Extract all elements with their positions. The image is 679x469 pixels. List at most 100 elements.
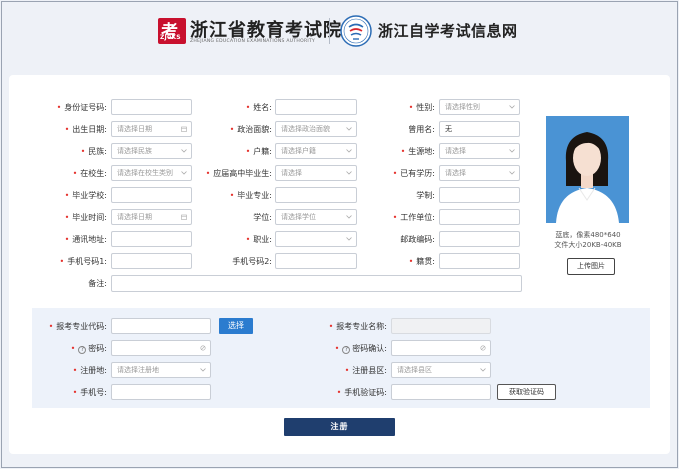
postcode-label: 邮政编码:	[400, 235, 435, 244]
page-frame: 考 ZJ0KS 浙江省教育考试院 ZHEJIANG EDUCATION EXAM…	[1, 1, 678, 468]
occupation-label: • 职业:	[245, 235, 272, 244]
degree-select[interactable]: 请选择学位	[275, 209, 357, 225]
register-button[interactable]: 注册	[284, 418, 395, 436]
id-number-label: • 身份证号码:	[56, 103, 107, 112]
remark-label: 备注:	[88, 279, 107, 288]
work-unit-label: • 工作单位:	[392, 213, 435, 222]
ethnicity-label: • 民族:	[80, 147, 107, 156]
political-label: • 政治面貌:	[229, 125, 272, 134]
phone1-input[interactable]	[111, 253, 192, 269]
exam-authority-logo: 考 ZJ0KS	[158, 18, 186, 44]
former-name-label: 曾用名:	[408, 125, 435, 134]
get-code-button[interactable]: 获取验证码	[497, 384, 556, 400]
upload-photo-button[interactable]: 上传图片	[567, 258, 615, 275]
grad-major-label: • 毕业专业:	[229, 191, 272, 200]
chevron-down-icon	[346, 149, 352, 153]
grad-time-picker[interactable]: 请选择日期	[111, 209, 192, 225]
degree-label: 学位:	[253, 213, 272, 222]
phone1-label: • 手机号码1:	[59, 257, 107, 266]
in-school-select[interactable]: 请选择在校生类别	[111, 165, 192, 181]
chevron-down-icon	[346, 237, 352, 241]
hs-grad-label: • 应届高中毕业生:	[205, 169, 272, 178]
work-unit-input[interactable]	[439, 209, 520, 225]
reg-place-select[interactable]: 请选择注册地	[111, 362, 211, 378]
sms-code-label: • 手机验证码:	[336, 388, 387, 397]
chevron-down-icon	[181, 149, 187, 153]
ethnicity-select[interactable]: 请选择民族	[111, 143, 192, 159]
native-place-label: • 籍贯:	[408, 257, 435, 266]
grad-major-input[interactable]	[275, 187, 357, 203]
gender-label: • 性别:	[408, 103, 435, 112]
select-major-button[interactable]: 选择	[219, 318, 253, 334]
eye-icon[interactable]	[200, 345, 206, 351]
chevron-down-icon	[509, 105, 515, 109]
authority-subtitle: ZHEJIANG EDUCATION EXAMINATIONS AUTHORIT…	[190, 39, 316, 44]
photo-caption-line1: 蓝底，像素480*640	[555, 231, 621, 239]
household-label: • 户籍:	[245, 147, 272, 156]
header-divider	[329, 18, 330, 44]
study-length-label: 学制:	[416, 191, 435, 200]
chevron-down-icon	[509, 149, 515, 153]
gender-select[interactable]: 请选择性别	[439, 99, 520, 115]
major-name-label: • 报考专业名称:	[328, 322, 387, 331]
phone2-label: 手机号码2:	[232, 257, 272, 266]
address-input[interactable]	[111, 231, 192, 247]
birth-date-label: • 出生日期:	[64, 125, 107, 134]
reg-place-label: • 注册地:	[72, 366, 107, 375]
former-name-input[interactable]: 无	[439, 121, 520, 137]
id-photo	[546, 116, 629, 223]
chevron-down-icon	[346, 127, 352, 131]
sms-code-input[interactable]	[391, 384, 491, 400]
address-label: • 通讯地址:	[64, 235, 107, 244]
chevron-down-icon	[200, 368, 206, 372]
reg-county-label: • 注册县区:	[344, 366, 387, 375]
phone-input[interactable]	[111, 384, 211, 400]
political-select[interactable]: 请选择政治面貌	[275, 121, 357, 137]
site-header: 考 ZJ0KS 浙江省教育考试院 ZHEJIANG EDUCATION EXAM…	[2, 2, 679, 64]
name-input[interactable]	[275, 99, 357, 115]
photo-requirements: 蓝底，像素480*640 文件大小20KB-40KB	[538, 230, 638, 250]
native-place-input[interactable]	[439, 253, 520, 269]
photo-caption-line2: 文件大小20KB-40KB	[554, 241, 622, 249]
phone2-input[interactable]	[275, 253, 357, 269]
origin-label: • 生源地:	[400, 147, 435, 156]
password-input[interactable]	[111, 340, 211, 356]
calendar-icon	[181, 126, 187, 132]
education-label: • 已有学历:	[392, 169, 435, 178]
remark-input[interactable]	[111, 275, 522, 292]
hs-grad-select[interactable]: 请选择	[275, 165, 357, 181]
logo-code: ZJ0KS	[160, 34, 181, 41]
password-confirm-input[interactable]	[391, 340, 491, 356]
birth-date-picker[interactable]: 请选择日期	[111, 121, 192, 137]
chevron-down-icon	[509, 171, 515, 175]
origin-select[interactable]: 请选择	[439, 143, 520, 159]
major-code-input[interactable]	[111, 318, 211, 334]
chevron-down-icon	[346, 215, 352, 219]
occupation-select[interactable]	[275, 231, 357, 247]
grad-school-label: • 毕业学校:	[64, 191, 107, 200]
eye-icon[interactable]	[480, 345, 486, 351]
household-select[interactable]: 请选择户籍	[275, 143, 357, 159]
id-number-input[interactable]	[111, 99, 192, 115]
postcode-input[interactable]	[439, 231, 520, 247]
password-confirm-label: •? 密码确认:	[334, 344, 387, 354]
grad-school-input[interactable]	[111, 187, 192, 203]
reg-county-select[interactable]: 请选择县区	[391, 362, 491, 378]
help-icon[interactable]: ?	[78, 346, 87, 354]
in-school-label: • 在校生:	[72, 169, 107, 178]
phone-label: • 手机号:	[72, 388, 107, 397]
education-select[interactable]: 请选择	[439, 165, 520, 181]
site-title: 浙江自学考试信息网	[378, 22, 518, 40]
chevron-down-icon	[480, 368, 486, 372]
name-label: • 姓名:	[245, 103, 272, 112]
portrait-icon	[546, 116, 629, 223]
study-length-input[interactable]	[439, 187, 520, 203]
grad-time-label: • 毕业时间:	[64, 213, 107, 222]
chevron-down-icon	[346, 171, 352, 175]
self-exam-logo-icon	[340, 15, 372, 47]
calendar-icon	[181, 214, 187, 220]
help-icon[interactable]: ?	[342, 346, 351, 354]
major-name-input	[391, 318, 491, 334]
major-code-label: • 报考专业代码:	[48, 322, 107, 331]
password-label: •? 密码:	[70, 344, 107, 354]
